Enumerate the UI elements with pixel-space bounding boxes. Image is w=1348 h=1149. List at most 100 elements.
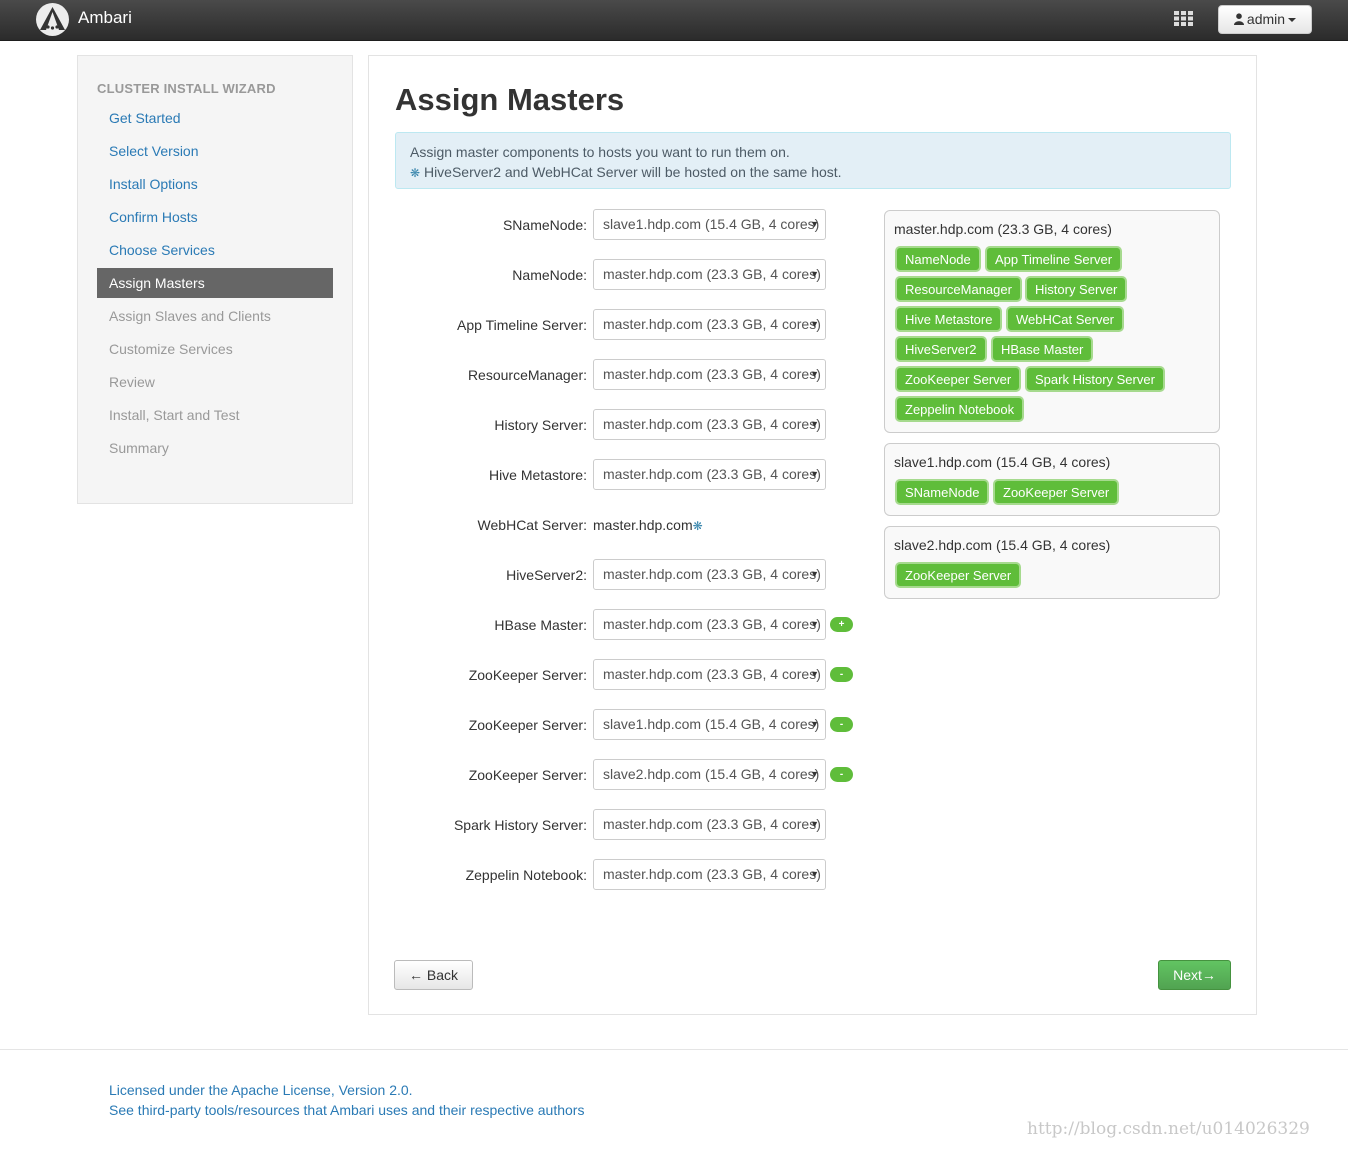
host-select-value: master.hdp.com (23.3 GB, 4 cores): [603, 316, 821, 332]
license-link[interactable]: Licensed under the Apache License, Versi…: [109, 1082, 413, 1098]
dropdown-arrow-icon: ▼: [810, 569, 819, 579]
component-tag: SNameNode: [895, 479, 990, 505]
component-tag: ResourceManager: [895, 276, 1022, 302]
step-summary: Summary: [109, 440, 169, 456]
assignment-label: Spark History Server:: [453, 817, 587, 833]
apps-grid-icon[interactable]: [1174, 11, 1193, 29]
assignment-label: ZooKeeper Server:: [468, 717, 587, 733]
dropdown-arrow-icon: ▼: [810, 719, 819, 729]
host-title: slave2.hdp.com (15.4 GB, 4 cores): [894, 537, 1111, 553]
back-button[interactable]: ← Back: [394, 960, 473, 990]
host-select-value: master.hdp.com (23.3 GB, 4 cores): [603, 366, 821, 382]
step-select-version[interactable]: Select Version: [97, 136, 333, 166]
host-box-slave2: slave2.hdp.com (15.4 GB, 4 cores) ZooKee…: [884, 526, 1220, 599]
dropdown-arrow-icon: ▼: [810, 319, 819, 329]
dropdown-arrow-icon: ▼: [810, 369, 819, 379]
host-select-value: master.hdp.com (23.3 GB, 4 cores): [603, 266, 821, 282]
step-choose-services[interactable]: Choose Services: [97, 235, 333, 265]
host-select[interactable]: master.hdp.com (23.3 GB, 4 cores) ▼: [593, 259, 826, 290]
host-select-value: master.hdp.com (23.3 GB, 4 cores): [603, 466, 821, 482]
host-title: master.hdp.com (23.3 GB, 4 cores): [894, 221, 1112, 237]
host-box-master: master.hdp.com (23.3 GB, 4 cores) NameNo…: [884, 210, 1220, 433]
host-name: master.hdp.com: [593, 517, 693, 533]
host-select[interactable]: master.hdp.com (23.3 GB, 4 cores) ▼: [593, 359, 826, 390]
assignment-label: History Server:: [494, 417, 587, 433]
host-box-slave1: slave1.hdp.com (15.4 GB, 4 cores) SNameN…: [884, 443, 1220, 516]
host-select[interactable]: master.hdp.com (23.3 GB, 4 cores) ▼: [593, 559, 826, 590]
wizard-sidebar: CLUSTER INSTALL WIZARD Get Started Selec…: [77, 55, 353, 504]
host-select-value: slave1.hdp.com (15.4 GB, 4 cores): [603, 216, 820, 232]
alert-line-1: Assign master components to hosts you wa…: [410, 144, 790, 160]
host-select-value: slave1.hdp.com (15.4 GB, 4 cores): [603, 716, 820, 732]
remove-component-button[interactable]: -: [830, 667, 853, 682]
host-title: slave1.hdp.com (15.4 GB, 4 cores): [894, 454, 1111, 470]
assignment-label: ZooKeeper Server:: [468, 667, 587, 683]
remove-component-button[interactable]: -: [830, 717, 853, 732]
host-select[interactable]: master.hdp.com (23.3 GB, 4 cores) ▼: [593, 809, 826, 840]
dropdown-arrow-icon: ▼: [810, 819, 819, 829]
host-select-value: master.hdp.com (23.3 GB, 4 cores): [603, 616, 821, 632]
third-party-link[interactable]: See third-party tools/resources that Amb…: [109, 1102, 584, 1118]
assignment-label: ResourceManager:: [467, 367, 587, 383]
brand-name[interactable]: Ambari: [78, 8, 132, 28]
next-button[interactable]: Next→: [1158, 960, 1231, 990]
user-menu-button[interactable]: admin: [1218, 5, 1312, 34]
user-icon: [1233, 13, 1244, 25]
component-tag: Zeppelin Notebook: [895, 396, 1025, 422]
assignment-label: WebHCat Server:: [477, 517, 587, 533]
host-select-value: slave2.hdp.com (15.4 GB, 4 cores): [603, 766, 820, 782]
host-select-value: master.hdp.com (23.3 GB, 4 cores): [603, 416, 821, 432]
host-select-value: master.hdp.com (23.3 GB, 4 cores): [603, 816, 821, 832]
host-select-value: master.hdp.com (23.3 GB, 4 cores): [603, 566, 821, 582]
step-customize-services: Customize Services: [109, 341, 233, 357]
step-confirm-hosts[interactable]: Confirm Hosts: [97, 202, 333, 232]
host-select[interactable]: slave1.hdp.com (15.4 GB, 4 cores) ▼: [593, 709, 826, 740]
asterisk-icon: ❋: [692, 519, 703, 533]
ambari-logo[interactable]: [36, 3, 69, 36]
dropdown-arrow-icon: ▼: [810, 219, 819, 229]
host-select-value: master.hdp.com (23.3 GB, 4 cores): [603, 866, 821, 882]
host-select[interactable]: master.hdp.com (23.3 GB, 4 cores) ▼: [593, 859, 826, 890]
info-alert: Assign master components to hosts you wa…: [395, 132, 1231, 189]
component-tag: Hive Metastore: [895, 306, 1003, 332]
component-tag: History Server: [1025, 276, 1128, 302]
footer-divider: [0, 1049, 1348, 1050]
step-get-started[interactable]: Get Started: [97, 103, 333, 133]
dropdown-arrow-icon: ▼: [810, 869, 819, 879]
page-title: Assign Masters: [395, 82, 625, 117]
step-install-options[interactable]: Install Options: [97, 169, 333, 199]
host-select[interactable]: master.hdp.com (23.3 GB, 4 cores) ▼: [593, 309, 826, 340]
host-static-value: master.hdp.com❋: [593, 509, 703, 542]
assignment-label: Hive Metastore:: [488, 467, 587, 483]
host-select[interactable]: master.hdp.com (23.3 GB, 4 cores) ▼: [593, 659, 826, 690]
component-tag: Spark History Server: [1025, 366, 1165, 392]
host-select[interactable]: master.hdp.com (23.3 GB, 4 cores) ▼: [593, 459, 826, 490]
host-select[interactable]: slave1.hdp.com (15.4 GB, 4 cores) ▼: [593, 209, 826, 240]
step-review: Review: [109, 374, 155, 390]
host-select[interactable]: slave2.hdp.com (15.4 GB, 4 cores) ▼: [593, 759, 826, 790]
caret-down-icon: [1288, 18, 1297, 23]
dropdown-arrow-icon: ▼: [810, 669, 819, 679]
host-select-value: master.hdp.com (23.3 GB, 4 cores): [603, 666, 821, 682]
assignment-label: NameNode:: [512, 267, 587, 283]
assignment-label: ZooKeeper Server:: [468, 767, 587, 783]
remove-component-button[interactable]: -: [830, 767, 853, 782]
component-tag: HiveServer2: [895, 336, 987, 362]
step-assign-slaves: Assign Slaves and Clients: [109, 308, 271, 324]
assignment-label: SNameNode:: [502, 217, 587, 233]
dropdown-arrow-icon: ▼: [810, 769, 819, 779]
main-panel: Assign Masters Assign master components …: [368, 55, 1257, 1015]
alert-line-2: HiveServer2 and WebHCat Server will be h…: [420, 164, 842, 180]
watermark: http://blog.csdn.net/u014026329: [1027, 1119, 1310, 1139]
assignment-label: App Timeline Server:: [457, 317, 587, 333]
dropdown-arrow-icon: ▼: [810, 469, 819, 479]
step-assign-masters[interactable]: Assign Masters: [97, 268, 333, 298]
step-install-start-test: Install, Start and Test: [109, 407, 240, 423]
dropdown-arrow-icon: ▼: [810, 269, 819, 279]
component-tag: NameNode: [895, 246, 981, 272]
assignment-label: Zeppelin Notebook:: [465, 867, 587, 883]
host-select[interactable]: master.hdp.com (23.3 GB, 4 cores) ▼: [593, 409, 826, 440]
component-tag: ZooKeeper Server: [993, 479, 1120, 505]
add-component-button[interactable]: +: [830, 617, 853, 632]
host-select[interactable]: master.hdp.com (23.3 GB, 4 cores) ▼: [593, 609, 826, 640]
